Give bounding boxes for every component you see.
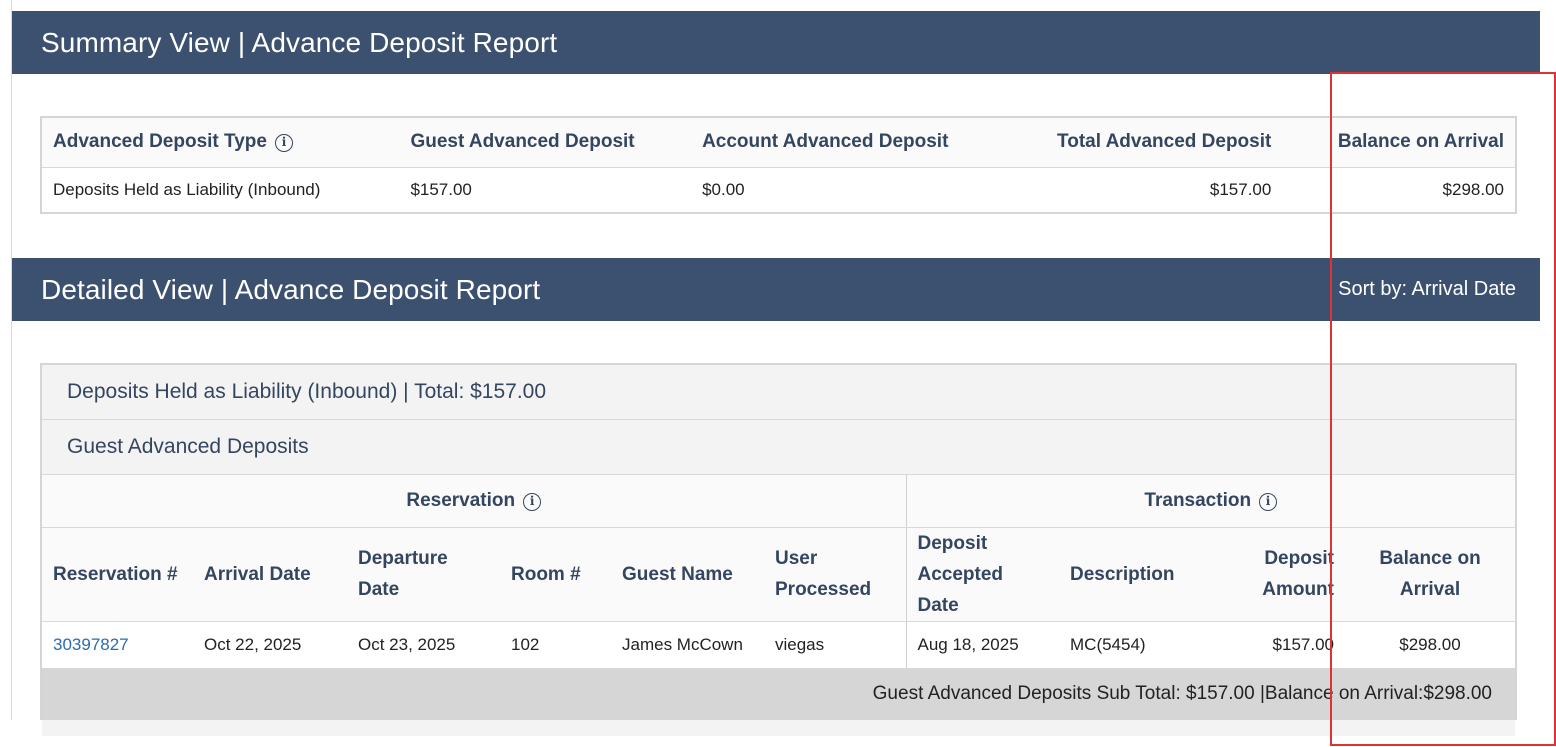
col-balance-on-arrival: Balance on Arrival xyxy=(1345,527,1515,622)
col-deposit-type: Advanced Deposit Type i xyxy=(41,117,400,168)
col-deposit-amount: Deposit Amount xyxy=(1225,527,1345,622)
cell-arrival: Oct 22, 2025 xyxy=(204,634,302,654)
info-icon[interactable]: i xyxy=(1259,492,1278,511)
col-user-processed: User Processed xyxy=(764,527,906,622)
col-deposit-accepted-date: Deposit Accepted Date xyxy=(905,527,1059,622)
summary-header-row: Advanced Deposit Type i Guest Advanced De… xyxy=(41,117,1516,168)
table-row: Deposits Held as Liability (Inbound) $15… xyxy=(41,167,1516,213)
cell-type: Deposits Held as Liability (Inbound) xyxy=(53,179,321,199)
detail-table: Reservation i Transaction i Reservation # … xyxy=(42,475,1515,720)
sort-selector[interactable]: Sort by: Arrival Date xyxy=(1338,278,1516,301)
summary-header: Summary View | Advance Deposit Report xyxy=(12,11,1540,74)
col-description: Description xyxy=(1059,527,1225,622)
cell-account: $0.00 xyxy=(702,179,745,199)
col-reservation-no: Reservation # xyxy=(42,527,193,622)
col-account-deposit: Account Advanced Deposit xyxy=(691,117,981,168)
group-title: Deposits Held as Liability (Inbound) | T… xyxy=(42,365,1515,420)
col-room-no: Room # xyxy=(500,527,611,622)
subtotal-text: Guest Advanced Deposits Sub Total: $157.… xyxy=(42,668,1515,720)
column-header-row: Reservation # Arrival Date Departure Dat… xyxy=(42,527,1515,622)
col-total-deposit: Total Advanced Deposit xyxy=(980,117,1283,168)
reservation-link[interactable]: 30397827 xyxy=(53,635,129,654)
subgroup-title: Guest Advanced Deposits xyxy=(42,420,1515,475)
cell-reservation-no: 30397827 xyxy=(42,621,193,668)
table-row: 30397827 Oct 22, 2025 Oct 23, 2025 102 J… xyxy=(42,621,1515,668)
col-balance-arrival: Balance on Arrival xyxy=(1282,117,1516,168)
cell-deposit-date: Aug 18, 2025 xyxy=(905,621,1059,668)
group-reservation: Reservation i xyxy=(42,475,906,528)
cell-balance: $298.00 xyxy=(1399,634,1461,654)
info-icon[interactable]: i xyxy=(274,134,293,153)
col-guest-deposit: Guest Advanced Deposit xyxy=(399,117,692,168)
col-guest-name: Guest Name xyxy=(611,527,764,622)
detail-section: Deposits Held as Liability (Inbound) | T… xyxy=(40,363,1517,736)
summary-table: Advanced Deposit Type i Guest Advanced De… xyxy=(40,116,1517,214)
cell-room: 102 xyxy=(511,634,540,654)
group-transaction: Transaction i xyxy=(905,475,1515,528)
header-group-row: Reservation i Transaction i xyxy=(42,475,1515,528)
summary-title: Summary View | Advance Deposit Report xyxy=(41,26,558,58)
col-arrival-date: Arrival Date xyxy=(193,527,347,622)
detail-header: Detailed View | Advance Deposit Report S… xyxy=(12,258,1540,321)
page-left-border xyxy=(11,0,12,720)
subtotal-row: Guest Advanced Deposits Sub Total: $157.… xyxy=(42,668,1515,720)
cell-user: viegas xyxy=(775,634,825,654)
col-departure-date: Departure Date xyxy=(347,527,500,622)
cell-description: MC(5454) xyxy=(1070,634,1146,654)
cell-total: $157.00 xyxy=(1209,179,1272,199)
cell-balance: $298.00 xyxy=(1442,179,1504,199)
info-icon[interactable]: i xyxy=(523,492,542,511)
cell-guest: $157.00 xyxy=(410,179,472,199)
detail-title: Detailed View | Advance Deposit Report xyxy=(41,273,541,305)
cell-departure: Oct 23, 2025 xyxy=(358,634,456,654)
cell-amount: $157.00 xyxy=(1272,634,1334,654)
next-group-strip xyxy=(42,720,1515,736)
cell-guest-name: James McCown xyxy=(622,634,743,654)
